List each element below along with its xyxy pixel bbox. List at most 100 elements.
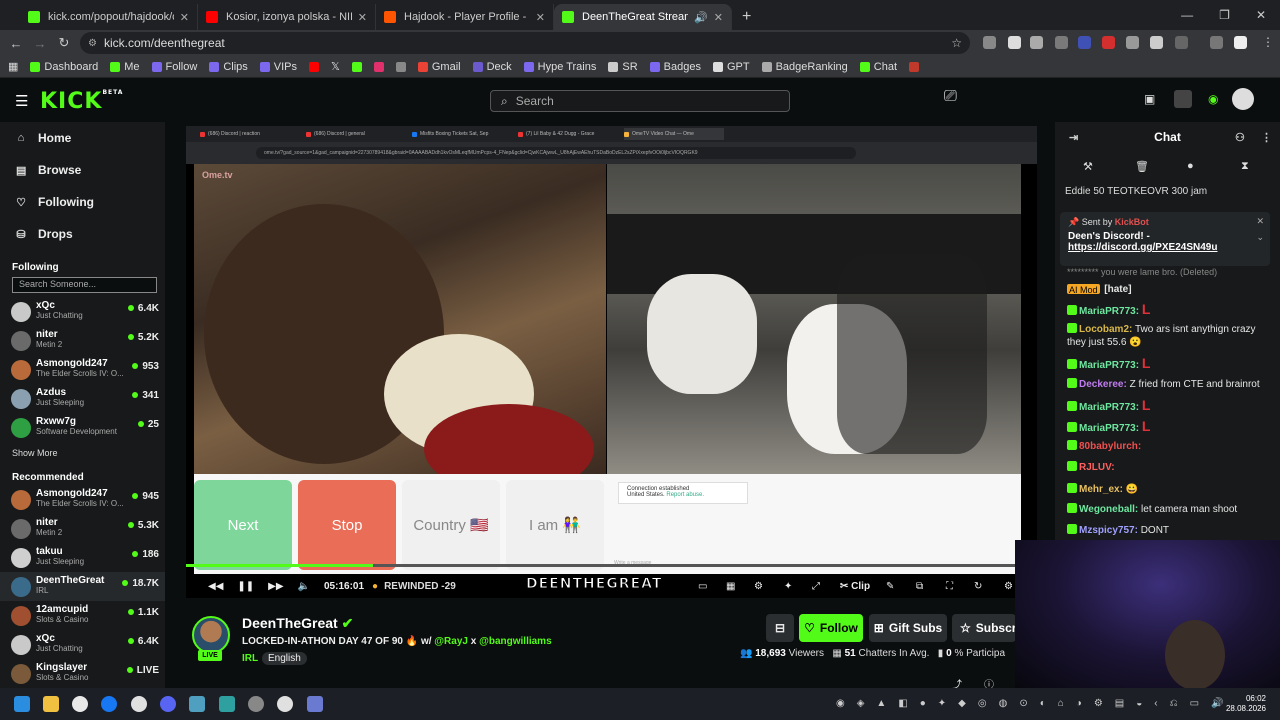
bookmark-x[interactable]: 𝕏	[331, 60, 340, 73]
collapse-chat-icon[interactable]: ⇥	[1069, 131, 1078, 144]
chat-username[interactable]: Mehr_ex:	[1079, 484, 1123, 495]
nav-browse[interactable]: ▤ Browse	[0, 154, 165, 186]
extension-icon[interactable]	[1078, 36, 1091, 49]
bookmark-star-icon[interactable]: ☆	[951, 36, 962, 50]
hourglass-icon[interactable]: ⧗	[1241, 160, 1249, 173]
settings-icon[interactable]: ⚙	[754, 581, 763, 592]
chat-username[interactable]: Wegoneball:	[1079, 504, 1138, 515]
channel-item[interactable]: Asmongold247 The Elder Scrolls IV: O... 95…	[0, 355, 165, 384]
app-icon[interactable]	[307, 696, 323, 712]
maximize-icon[interactable]: ❐	[1219, 8, 1230, 22]
chat-username[interactable]: RJLUV:	[1079, 462, 1115, 473]
channel-item[interactable]: Azdus Just Sleeping 341	[0, 384, 165, 413]
profile-icon[interactable]	[1234, 36, 1247, 49]
theater-icon[interactable]: ▭	[698, 581, 707, 592]
bookmark-hype-trains[interactable]: Hype Trains	[523, 61, 596, 73]
close-icon[interactable]: ✕	[536, 11, 545, 24]
rewind-icon[interactable]: ◀◀	[208, 581, 223, 592]
close-icon[interactable]: ✕	[180, 11, 189, 24]
chat-username[interactable]: Mzspicy757:	[1079, 525, 1138, 536]
bookmark-deck[interactable]: Deck	[472, 61, 512, 73]
file-explorer-icon[interactable]	[43, 696, 59, 712]
streamer-name[interactable]: DeenTheGreat ✔	[242, 615, 353, 632]
site-info-icon[interactable]: ⚙	[88, 38, 97, 49]
discord-icon[interactable]	[160, 696, 176, 712]
channel-item[interactable]: Asmongold247 The Elder Scrolls IV: O... 94…	[0, 485, 165, 514]
bookmark-chat[interactable]: Chat	[859, 61, 897, 73]
bookmark-follow[interactable]: Follow	[151, 61, 197, 73]
bookmark-badgeranking[interactable]: BadgeRanking	[761, 61, 848, 73]
fullscreen-icon[interactable]: ⛶	[946, 581, 953, 592]
chat-username[interactable]: MariaPR773:	[1079, 423, 1139, 434]
browser-tab-2[interactable]: Kosior, izonya polska - NIE MA ✕	[198, 4, 376, 30]
extensions-puzzle-icon[interactable]	[1175, 36, 1188, 49]
back-icon[interactable]: ←	[4, 36, 28, 51]
gender-button[interactable]: I am 👫	[506, 480, 604, 570]
forward-icon[interactable]: →	[28, 36, 52, 51]
users-icon[interactable]: ⚇	[1235, 131, 1245, 144]
browser-tab-3[interactable]: Hajdook - Player Profile - FACE ✕	[376, 4, 554, 30]
creator-dashboard-icon[interactable]: ▣	[1144, 92, 1155, 106]
app-icon[interactable]	[219, 696, 235, 712]
system-tray[interactable]: ◉◈▲◧●✦◆◎◍⊙◐⌂◑⚙▤◒‹⎌▭🔊	[836, 698, 1236, 709]
browser-tab-1[interactable]: kick.com/popout/hajdook/chat ✕	[20, 4, 198, 30]
system-clock[interactable]: 06:02 28.08.2026	[1226, 694, 1266, 714]
chrome-icon[interactable]	[72, 696, 88, 712]
chevron-down-icon[interactable]: ⌄	[1256, 232, 1264, 243]
kick-status-icon[interactable]: ◉	[1208, 92, 1218, 106]
pause-icon[interactable]: ❚❚	[237, 581, 254, 592]
show-more-button[interactable]: Show More	[0, 442, 165, 464]
subscribe-button[interactable]: ☆ Subscri	[952, 614, 1016, 642]
country-button[interactable]: Country 🇺🇸	[402, 480, 500, 570]
follow-button[interactable]: ♡ Follow	[799, 614, 863, 642]
bookmark-me[interactable]: Me	[110, 61, 140, 73]
discord-link[interactable]: https://discord.gg/PXE24SN49u	[1068, 242, 1262, 253]
windows-start-icon[interactable]	[14, 696, 30, 712]
language-tag[interactable]: English	[262, 652, 307, 665]
cast-icon[interactable]: ⎚	[944, 88, 957, 106]
bookmark-dashboard[interactable]: Dashboard	[30, 61, 98, 73]
edit-icon[interactable]: ✎	[886, 581, 894, 592]
hammer-icon[interactable]: ⚒	[1083, 160, 1093, 173]
channel-item[interactable]: niter Metin 2 5.3K	[0, 514, 165, 543]
more-icon[interactable]: ⋮	[1262, 35, 1274, 49]
chrome-icon[interactable]	[277, 696, 293, 712]
gift-subs-button[interactable]: ⊞ Gift Subs	[869, 614, 947, 642]
extension-icon[interactable]	[1055, 36, 1068, 49]
bookmark-youtube[interactable]	[309, 61, 319, 72]
apps-icon[interactable]: ▦	[8, 60, 18, 73]
close-icon[interactable]: ✕	[714, 11, 723, 24]
stats-icon[interactable]: ▦	[726, 581, 735, 592]
streamer-avatar[interactable]	[192, 616, 230, 654]
extension-icon[interactable]	[1150, 36, 1163, 49]
channel-item[interactable]: xQc Just Chatting 6.4K	[0, 630, 165, 659]
bookmark-sr[interactable]: SR	[608, 61, 638, 73]
gear-icon[interactable]: ⚙	[1004, 581, 1013, 592]
channel-item[interactable]: niter Metin 2 5.2K	[0, 326, 165, 355]
bookmark-vips[interactable]: VIPs	[259, 61, 297, 73]
seek-bar[interactable]	[186, 564, 1037, 567]
chat-settings-icon[interactable]: ⋮	[1261, 131, 1272, 144]
kick-logo[interactable]: KICKBETA	[40, 89, 123, 114]
bookmark-gpt[interactable]: GPT	[712, 61, 750, 73]
chat-username[interactable]: MariaPR773:	[1079, 306, 1139, 317]
layout-icon[interactable]	[1174, 90, 1192, 108]
chat-username[interactable]: MariaPR773:	[1079, 360, 1139, 371]
new-tab-button[interactable]: +	[732, 8, 761, 30]
extension-icon[interactable]	[1102, 36, 1115, 49]
nav-home[interactable]: ⌂ Home	[0, 122, 165, 154]
search-input[interactable]: ⌕ Search	[490, 90, 790, 112]
channel-item[interactable]: xQc Just Chatting 6.4K	[0, 297, 165, 326]
app-icon[interactable]	[248, 696, 264, 712]
address-bar[interactable]: ⚙ kick.com/deenthegreat ☆	[80, 32, 970, 54]
bookmark-kick[interactable]	[351, 61, 362, 72]
volume-icon[interactable]: 🔈	[298, 581, 310, 592]
browser-tab-4[interactable]: DeenTheGreat Stream - Wa 🔊 ✕	[554, 4, 732, 30]
chat-username[interactable]: 80babylurch:	[1079, 441, 1141, 452]
reload-icon[interactable]: ↻	[52, 35, 76, 51]
chat-username[interactable]: Locobam2:	[1079, 324, 1132, 335]
bookmark-clips[interactable]: Clips	[209, 61, 248, 73]
close-icon[interactable]: ✕	[358, 11, 367, 24]
bookmark-badges[interactable]: Badges	[649, 61, 701, 73]
channel-item[interactable]: Kingslayer Slots & Casino LIVE	[0, 659, 165, 688]
